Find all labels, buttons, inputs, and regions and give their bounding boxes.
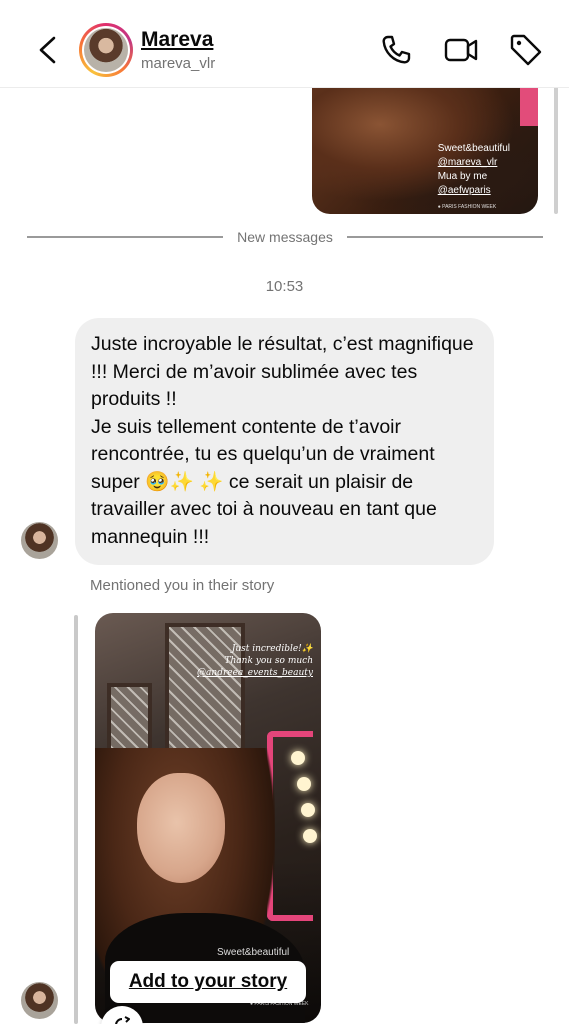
contact-name[interactable]: Mareva — [141, 28, 213, 52]
sender-avatar[interactable] — [21, 522, 58, 559]
story-mention: @mareva_vlr — [437, 157, 498, 168]
contact-username: mareva_vlr — [141, 55, 216, 72]
story-caption: Sweet&beautiful — [437, 143, 510, 154]
add-to-story-button[interactable]: Add to your story — [110, 961, 306, 1003]
incoming-message-bubble[interactable]: Juste incroyable le résultat, c’est magn… — [75, 318, 494, 565]
add-reaction-icon — [115, 1016, 130, 1024]
story-mention-label: Mentioned you in their story — [90, 577, 275, 594]
tag-icon — [510, 34, 542, 66]
reply-indicator-bar — [554, 86, 558, 214]
video-icon — [444, 38, 478, 62]
story-background-detail — [520, 86, 538, 126]
mirror-bulb — [291, 751, 305, 765]
phone-icon — [382, 35, 411, 64]
mirror-bulb — [297, 777, 311, 791]
divider-line — [346, 236, 544, 238]
new-messages-divider: New messages — [27, 225, 544, 249]
story-mention: @aefwparis — [437, 185, 491, 196]
sender-avatar[interactable] — [21, 982, 58, 1019]
back-icon — [39, 36, 56, 64]
contact-avatar[interactable] — [79, 23, 133, 77]
audio-call-button[interactable] — [378, 32, 414, 68]
avatar-photo — [84, 28, 128, 72]
mirror-bulb — [301, 803, 315, 817]
story-subject-face — [137, 773, 225, 883]
story-caption: Mua by me — [437, 171, 488, 182]
story-card-overlay: Just incredible!✨ Thank you so much @and… — [197, 643, 313, 679]
message-text: Juste incroyable le résultat, c’est magn… — [91, 333, 474, 548]
tag-button[interactable] — [508, 32, 544, 68]
divider-label: New messages — [237, 229, 333, 245]
chat-header: Mareva mareva_vlr — [0, 0, 569, 88]
dm-thread-screen: Mareva mareva_vlr Sweet&beautiful @marev… — [0, 0, 569, 1024]
story-card-signature: Sweet&beautiful — [217, 947, 290, 958]
back-button[interactable] — [30, 30, 64, 70]
story-card-caption: Thank you so much — [224, 656, 313, 666]
mirror-bulb — [303, 829, 317, 843]
shared-story-preview[interactable]: Sweet&beautiful @mareva_vlr Mua by me @a… — [312, 86, 538, 214]
story-reply-bar — [74, 615, 78, 1024]
message-timestamp: 10:53 — [265, 278, 304, 295]
story-overlay-text: Sweet&beautiful @mareva_vlr Mua by me @a… — [438, 142, 510, 214]
story-card-mention: @andreea_events_beauty — [197, 668, 313, 678]
story-tag: ● PARIS FASHION WEEK — [437, 204, 497, 210]
divider-line — [27, 236, 224, 238]
mentioned-story-card[interactable]: Just incredible!✨ Thank you so much @and… — [95, 613, 321, 1023]
story-card-caption: Just incredible!✨ — [231, 644, 313, 654]
video-call-button[interactable] — [443, 32, 479, 68]
